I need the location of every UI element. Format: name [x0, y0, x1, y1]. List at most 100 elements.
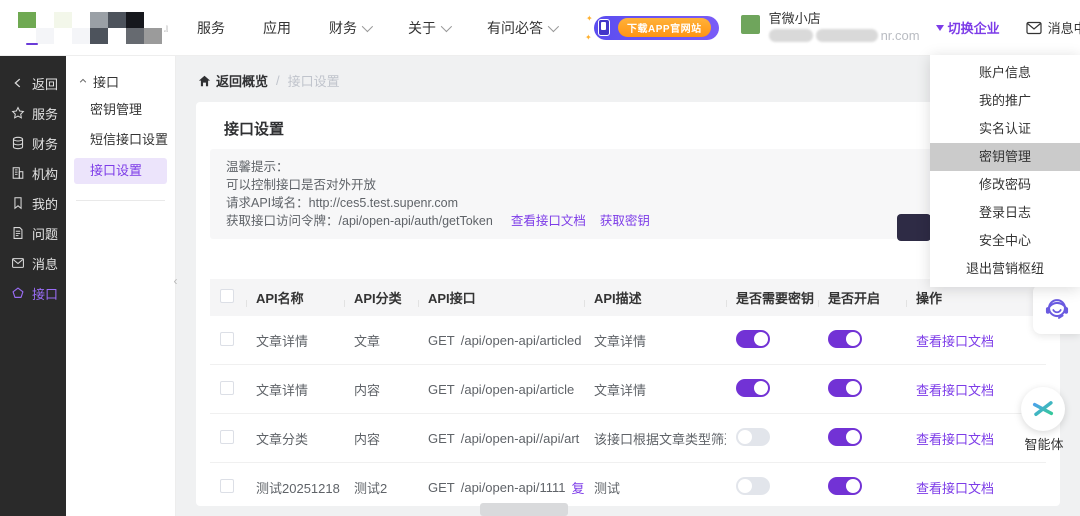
menu-item-login-log[interactable]: 登录日志 [930, 199, 1080, 227]
api-category: 内容 [344, 380, 418, 399]
row-checkbox[interactable] [220, 381, 234, 395]
download-app-badge-label: 下载APP官网站 [618, 18, 711, 37]
breadcrumb-current: 接口设置 [288, 71, 340, 90]
phone-icon [598, 19, 610, 36]
enabled-toggle[interactable] [828, 428, 862, 446]
menu-item-real-name-auth[interactable]: 实名认证 [930, 115, 1080, 143]
column-header: 操作 [906, 288, 1046, 307]
row-checkbox[interactable] [220, 479, 234, 493]
api-path: /api/open-api/article [461, 382, 574, 397]
switch-company-button[interactable]: 切换企业 [936, 18, 1000, 37]
logo-underline [26, 43, 38, 45]
menu-item-my-promotion[interactable]: 我的推广 [930, 87, 1080, 115]
store-domain-suffix: nr.com [881, 27, 920, 44]
nav-item-finance[interactable]: 财务 [329, 18, 370, 38]
chevron-down-icon [548, 20, 559, 31]
notice-domain-label: 请求API域名： [226, 196, 309, 210]
message-center-button[interactable]: 消息中心 [1026, 18, 1080, 37]
column-header: API分类 [344, 288, 418, 307]
dark-sidebar: 返回 服务 财务 机构 我的 问题 消息 接口 [0, 56, 66, 516]
sidebar-item-label: 机构 [32, 164, 58, 183]
horizontal-scrollbar-thumb[interactable] [480, 503, 568, 516]
nav-item-about[interactable]: 关于 [408, 18, 449, 38]
mail-icon [1026, 21, 1042, 35]
sidebar-item-label: 财务 [32, 134, 58, 153]
divider [76, 200, 165, 201]
api-category: 内容 [344, 429, 418, 448]
sidebar-item-finance[interactable]: 财务 [0, 128, 66, 158]
row-checkbox[interactable] [220, 430, 234, 444]
row-checkbox[interactable] [220, 332, 234, 346]
nav-item-apps[interactable]: 应用 [263, 18, 291, 38]
topbar-right: ✦ ✦ 下载APP官网站 官微小店 nr.com 切换企业 消息中心 [594, 11, 1080, 44]
enabled-toggle[interactable] [828, 477, 862, 495]
subsidebar-item-api-settings[interactable]: 接口设置 [74, 158, 167, 184]
sidebar-item-issues[interactable]: 问题 [0, 218, 66, 248]
column-header: API名称 [246, 288, 344, 307]
select-all-checkbox[interactable] [220, 289, 234, 303]
menu-item-account-info[interactable]: 账户信息 [930, 59, 1080, 87]
copy-link[interactable]: 复制 [572, 478, 584, 497]
table-row: 文章详情 文章 GET/api/open-api/articled 文章详情 查… [210, 316, 1046, 365]
need-key-toggle[interactable] [736, 428, 770, 446]
sidebar-item-label: 消息 [32, 254, 58, 273]
ai-agent-button[interactable] [1021, 387, 1065, 431]
sidebar-item-services[interactable]: 服务 [0, 98, 66, 128]
sidebar-item-messages[interactable]: 消息 [0, 248, 66, 278]
chevron-up-icon [78, 76, 88, 86]
enabled-toggle[interactable] [828, 330, 862, 348]
user-dropdown-menu: 账户信息 我的推广 实名认证 密钥管理 修改密码 登录日志 安全中心 退出营销枢… [930, 55, 1080, 287]
sidebar-item-mine[interactable]: 我的 [0, 188, 66, 218]
customer-service-button[interactable] [1033, 284, 1080, 334]
notice-token-value: /api/open-api/auth/getToken [339, 214, 493, 228]
menu-item-key-management[interactable]: 密钥管理 [930, 143, 1080, 171]
view-api-docs-link[interactable]: 查看接口文档 [511, 214, 586, 228]
http-method: GET [428, 382, 455, 397]
home-icon [198, 75, 211, 87]
subsidebar-item-key-management[interactable]: 密钥管理 [66, 96, 175, 124]
download-app-badge[interactable]: ✦ ✦ 下载APP官网站 [594, 16, 719, 40]
need-key-toggle[interactable] [736, 330, 770, 348]
menu-item-security-center[interactable]: 安全中心 [930, 227, 1080, 255]
view-api-docs-link[interactable]: 查看接口文档 [916, 334, 994, 349]
hidden-button-fragment[interactable] [897, 214, 931, 241]
need-key-toggle[interactable] [736, 477, 770, 495]
breadcrumb-home-link[interactable]: 返回概览 [198, 71, 268, 90]
api-category: 测试2 [344, 478, 418, 497]
view-api-docs-link[interactable]: 查看接口文档 [916, 432, 994, 447]
switch-company-label: 切换企业 [948, 18, 1000, 37]
view-api-docs-link[interactable]: 查看接口文档 [916, 383, 994, 398]
api-description: 该接口根据文章类型筛选并返回 [584, 429, 726, 448]
bookmark-icon [11, 196, 25, 210]
get-secret-link[interactable]: 获取密钥 [600, 214, 650, 228]
database-icon [11, 136, 25, 150]
menu-item-logout[interactable]: 退出营销枢纽 [930, 255, 1080, 283]
view-api-docs-link[interactable]: 查看接口文档 [916, 481, 994, 496]
api-description: 文章详情 [584, 331, 726, 350]
api-description: 测试 [584, 478, 726, 497]
http-method: GET [428, 480, 455, 495]
nav-item-qa[interactable]: 有问必答 [487, 18, 556, 38]
sidebar-item-api[interactable]: 接口 [0, 278, 66, 308]
notice-tip-line: 可以控制接口是否对外开放 [226, 176, 1030, 194]
blurred-text [816, 29, 878, 42]
table-row: 测试20251218 测试2 GET/api/open-api/1111复制 测… [210, 463, 1046, 506]
sidebar-collapse-handle[interactable]: ‹ [169, 268, 182, 294]
subsidebar-item-sms-settings[interactable]: 短信接口设置 [66, 126, 175, 154]
sidebar-item-org[interactable]: 机构 [0, 158, 66, 188]
notice-domain-line: 请求API域名：http://ces5.test.supenr.com [226, 194, 1030, 212]
sparkle-icon: ✦ [586, 14, 593, 23]
sub-sidebar: 接口 密钥管理 短信接口设置 接口设置 ‹ [66, 56, 176, 516]
logo-censored-mosaic [18, 12, 162, 44]
enabled-toggle[interactable] [828, 379, 862, 397]
menu-item-change-password[interactable]: 修改密码 [930, 171, 1080, 199]
nav-item-services[interactable]: 服务 [197, 18, 225, 38]
agent-star-icon [1029, 395, 1057, 423]
notice-tip-title: 温馨提示： [226, 158, 1030, 176]
sidebar-item-label: 接口 [32, 284, 58, 303]
blurred-text [769, 29, 813, 42]
subsidebar-group-api[interactable]: 接口 [66, 68, 175, 94]
table-header-row: API名称 API分类 API接口 API描述 是否需要密钥 是否开启 操作 [210, 279, 1046, 316]
sidebar-item-back[interactable]: 返回 [0, 68, 66, 98]
need-key-toggle[interactable] [736, 379, 770, 397]
